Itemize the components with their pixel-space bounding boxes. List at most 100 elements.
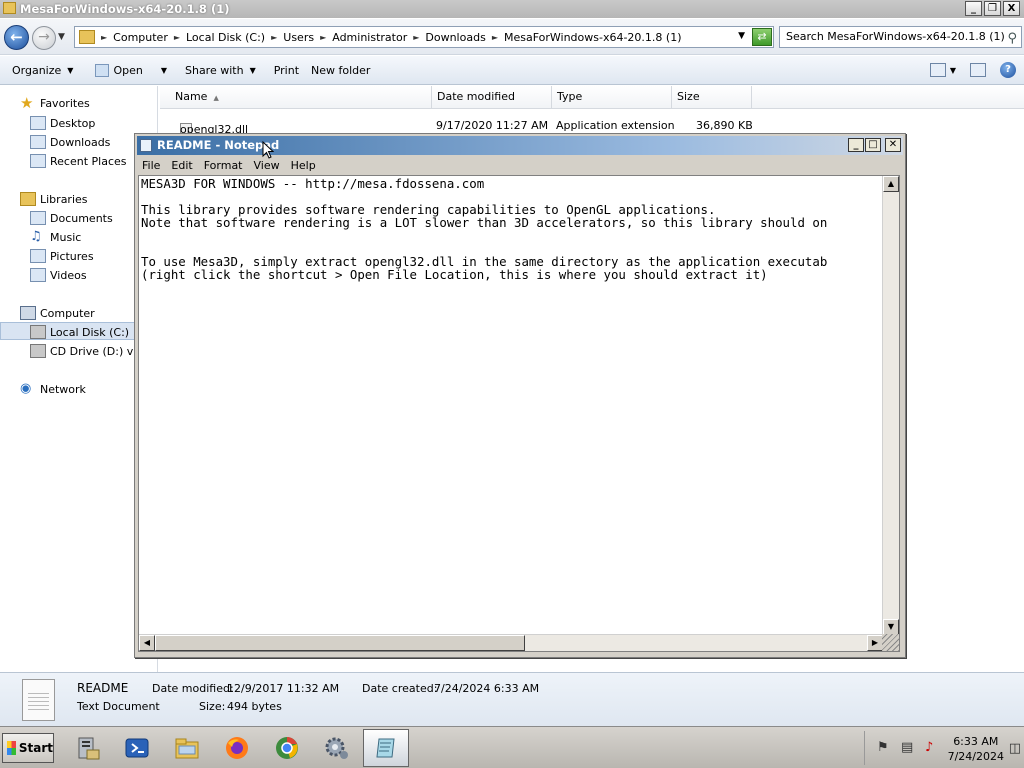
nav-music[interactable]: ♫ Music bbox=[30, 230, 81, 244]
close-button[interactable]: X bbox=[1003, 1, 1020, 16]
system-tray: ⚑ ▤ ♪ 6:33 AM 7/24/2024 ◫ bbox=[864, 731, 1024, 765]
file-list-header: Name ▲ Date modified Type Size bbox=[160, 86, 1024, 109]
explorer-titlebar[interactable]: MesaForWindows-x64-20.1.8 (1) _ ❐ X bbox=[0, 0, 1024, 18]
help-icon[interactable]: ? bbox=[1000, 62, 1016, 78]
column-size[interactable]: Size bbox=[672, 86, 752, 108]
horizontal-scrollbar[interactable]: ◀ ▶ bbox=[139, 634, 883, 651]
details-date-modified: 12/9/2017 11:32 AM bbox=[227, 682, 340, 695]
start-button[interactable]: Start bbox=[2, 733, 54, 763]
notepad-title: README - Notepad bbox=[157, 138, 280, 152]
breadcrumb-users[interactable]: ► Users bbox=[271, 31, 314, 44]
taskbar-explorer[interactable] bbox=[164, 729, 210, 767]
network-icon: ◉ bbox=[20, 381, 32, 396]
preview-pane-icon[interactable] bbox=[970, 63, 986, 77]
nav-computer[interactable]: Computer bbox=[20, 306, 95, 320]
address-dropdown[interactable]: ▼ bbox=[738, 31, 745, 41]
taskbar-firefox[interactable] bbox=[214, 729, 260, 767]
clock[interactable]: 6:33 AM 7/24/2024 bbox=[948, 734, 1004, 764]
mouse-cursor-icon bbox=[262, 141, 274, 159]
clock-date: 7/24/2024 bbox=[947, 750, 1004, 763]
resize-grip[interactable] bbox=[882, 634, 899, 651]
notepad-content[interactable]: MESA3D FOR WINDOWS -- http://mesa.fdosse… bbox=[141, 177, 879, 633]
file-row[interactable]: opengl32.dll 9/17/2020 11:27 AM Applicat… bbox=[160, 115, 1024, 137]
action-center-flag-icon[interactable]: ⚑ bbox=[877, 741, 891, 755]
explorer-icon bbox=[175, 738, 199, 759]
scroll-down-button[interactable]: ▼ bbox=[883, 619, 899, 635]
nav-pictures[interactable]: Pictures bbox=[30, 249, 94, 263]
minimize-button[interactable]: _ bbox=[965, 1, 982, 16]
show-desktop-icon[interactable]: ◫ bbox=[1009, 741, 1021, 756]
breadcrumb-local-disk[interactable]: ► Local Disk (C:) bbox=[174, 31, 265, 44]
firefox-icon bbox=[226, 737, 248, 759]
nav-favorites[interactable]: ★ Favorites bbox=[20, 96, 90, 111]
column-date-modified[interactable]: Date modified bbox=[432, 86, 552, 108]
file-type: Application extension bbox=[556, 119, 675, 132]
refresh-button[interactable]: ⇄ bbox=[752, 28, 772, 46]
menu-view[interactable]: View bbox=[254, 159, 280, 172]
taskbar-server-manager[interactable] bbox=[64, 729, 110, 767]
notepad-line bbox=[141, 229, 879, 242]
scroll-right-button[interactable]: ▶ bbox=[867, 635, 883, 651]
nav-local-disk[interactable]: Local Disk (C:) bbox=[30, 325, 129, 339]
server-manager-icon bbox=[78, 737, 100, 760]
network-status-icon[interactable]: ▤ bbox=[901, 741, 915, 755]
notepad-maximize-button[interactable]: □ bbox=[865, 138, 881, 152]
nav-recent-places[interactable]: Recent Places bbox=[30, 154, 127, 168]
desktop-icon bbox=[30, 116, 46, 130]
back-button[interactable]: ← bbox=[4, 25, 29, 50]
windows-logo-icon bbox=[7, 741, 16, 755]
recent-pages-dropdown[interactable]: ▼ bbox=[58, 32, 65, 42]
organize-button[interactable]: Organize ▼ bbox=[12, 64, 73, 77]
volume-muted-icon[interactable]: ♪ bbox=[925, 741, 939, 755]
view-options-icon[interactable] bbox=[929, 63, 946, 77]
taskbar-settings[interactable] bbox=[314, 729, 360, 767]
details-file-kind: Text Document bbox=[77, 700, 160, 713]
scroll-left-button[interactable]: ◀ bbox=[139, 635, 155, 651]
music-icon: ♫ bbox=[30, 229, 42, 244]
breadcrumb-current-folder[interactable]: ► MesaForWindows-x64-20.1.8 (1) bbox=[492, 31, 682, 44]
nav-videos[interactable]: Videos bbox=[30, 268, 87, 282]
nav-cd-drive[interactable]: CD Drive (D:) virt bbox=[30, 344, 145, 358]
menu-file[interactable]: File bbox=[142, 159, 160, 172]
hard-drive-icon bbox=[30, 325, 46, 339]
address-row: ← → ▼ ► Computer ► Local Disk (C:) ► Users … bbox=[0, 19, 1024, 55]
taskbar-notepad[interactable] bbox=[363, 729, 409, 767]
search-input[interactable]: Search MesaForWindows-x64-20.1.8 (1) ⚲ bbox=[779, 26, 1022, 48]
new-folder-button[interactable]: New folder bbox=[311, 64, 370, 77]
notepad-minimize-button[interactable]: _ bbox=[848, 138, 864, 152]
menu-format[interactable]: Format bbox=[204, 159, 243, 172]
share-with-button[interactable]: Share with ▼ bbox=[185, 64, 256, 77]
videos-icon bbox=[30, 268, 46, 282]
search-icon[interactable]: ⚲ bbox=[1007, 29, 1017, 49]
forward-button[interactable]: → bbox=[32, 26, 56, 50]
nav-libraries[interactable]: Libraries bbox=[20, 192, 88, 206]
notepad-line: (right click the shortcut > Open File Lo… bbox=[141, 267, 768, 282]
column-name[interactable]: Name ▲ bbox=[160, 86, 432, 108]
nav-desktop[interactable]: Desktop bbox=[30, 116, 95, 130]
restore-button[interactable]: ❐ bbox=[984, 1, 1001, 16]
print-button[interactable]: Print bbox=[274, 64, 299, 77]
notepad-text-area[interactable]: MESA3D FOR WINDOWS -- http://mesa.fdosse… bbox=[138, 175, 900, 652]
scroll-up-button[interactable]: ▲ bbox=[883, 176, 899, 192]
horizontal-scroll-thumb[interactable] bbox=[155, 635, 525, 651]
taskbar-chrome[interactable] bbox=[264, 729, 310, 767]
open-button[interactable]: Open ▼ bbox=[95, 63, 167, 77]
notepad-close-button[interactable]: ✕ bbox=[885, 138, 901, 152]
breadcrumb-computer[interactable]: ► Computer bbox=[101, 31, 168, 44]
notepad-menubar: File Edit Format View Help bbox=[137, 156, 903, 174]
address-bar[interactable]: ► Computer ► Local Disk (C:) ► Users ► Admin… bbox=[74, 26, 774, 48]
breadcrumb-administrator[interactable]: ► Administrator bbox=[320, 31, 407, 44]
notepad-titlebar[interactable]: README - Notepad _ □ ✕ bbox=[137, 136, 903, 155]
nav-downloads[interactable]: Downloads bbox=[30, 135, 110, 149]
chevron-down-icon[interactable]: ▼ bbox=[950, 66, 956, 75]
column-type[interactable]: Type bbox=[552, 86, 672, 108]
taskbar-powershell[interactable] bbox=[114, 729, 160, 767]
clock-time: 6:33 AM bbox=[953, 735, 999, 748]
libraries-icon bbox=[20, 192, 36, 206]
nav-network[interactable]: ◉ Network bbox=[20, 382, 86, 396]
nav-documents[interactable]: Documents bbox=[30, 211, 113, 225]
vertical-scrollbar[interactable]: ▲ ▼ bbox=[882, 176, 899, 635]
menu-help[interactable]: Help bbox=[291, 159, 316, 172]
menu-edit[interactable]: Edit bbox=[171, 159, 192, 172]
breadcrumb-downloads[interactable]: ► Downloads bbox=[413, 31, 486, 44]
